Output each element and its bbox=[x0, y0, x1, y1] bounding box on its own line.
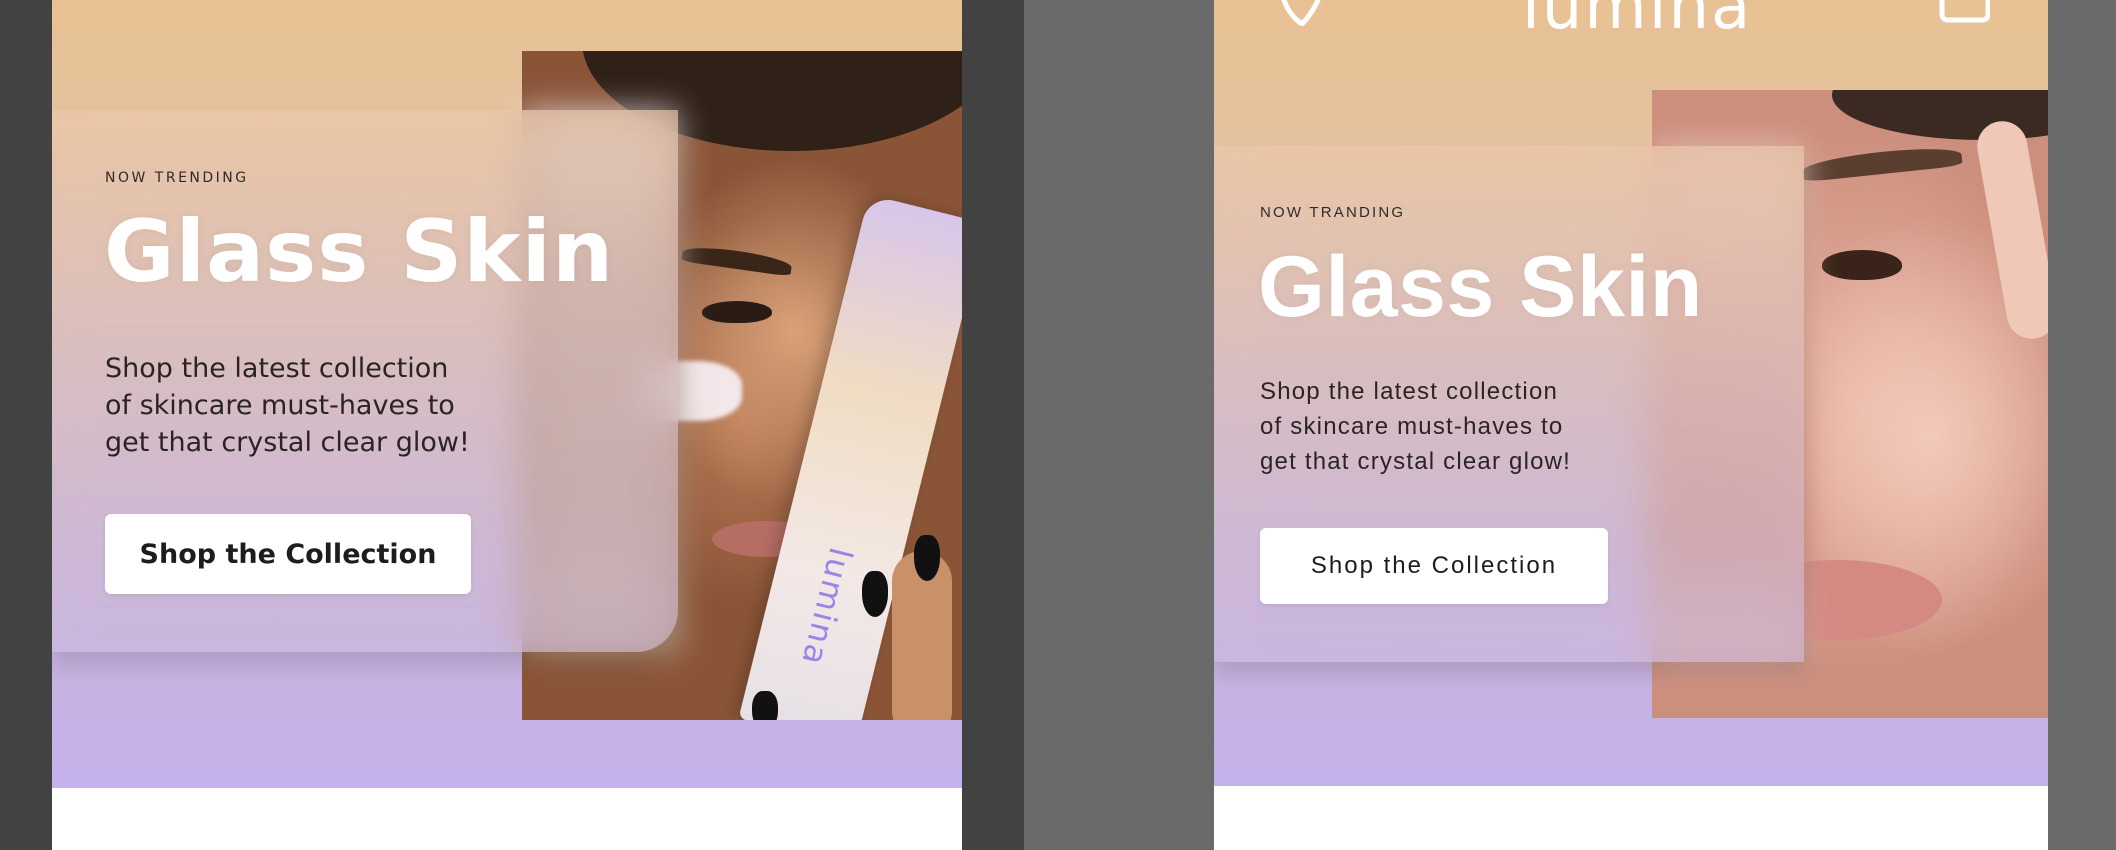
shop-collection-button[interactable]: Shop the Collection bbox=[1260, 528, 1608, 604]
photo-eyebrow bbox=[681, 243, 793, 277]
top-navigation-bar: lumina bbox=[1214, 0, 2048, 44]
chat-bubble-icon[interactable] bbox=[1274, 0, 1334, 26]
photo-eyebrow bbox=[1801, 143, 1963, 183]
shop-collection-button[interactable]: Shop the Collection bbox=[105, 514, 471, 594]
eyebrow-label: NOW TRANDING bbox=[1260, 204, 1406, 221]
photo-eye bbox=[1822, 250, 1902, 280]
artboard-2-hero-banner: lumina NOW TRANDING Glass Skin Shop the … bbox=[1214, 0, 2048, 850]
brand-logo[interactable]: lumina bbox=[1522, 0, 1752, 44]
shopping-bag-icon[interactable] bbox=[1934, 0, 1990, 24]
hero-description: Shop the latest collection of skincare m… bbox=[1260, 378, 1572, 475]
glass-card: NOW TRENDING Glass Skin Shop the latest … bbox=[52, 110, 678, 652]
hero-title: Glass Skin bbox=[1258, 239, 1703, 335]
artboard-1-hero-banner: lumina NOW TRENDING Glass Skin Shop the … bbox=[52, 0, 962, 850]
eyebrow-label: NOW TRENDING bbox=[105, 170, 249, 186]
content-area-below bbox=[52, 788, 962, 850]
photo-nail bbox=[914, 535, 940, 581]
hero-title: Glass Skin bbox=[104, 202, 615, 302]
photo-eye bbox=[702, 301, 772, 323]
photo-nail bbox=[752, 691, 778, 720]
hero-description: Shop the latest collection of skincare m… bbox=[105, 353, 470, 458]
photo-nail bbox=[862, 571, 888, 617]
content-area-below bbox=[1214, 786, 2048, 850]
product-tube-label: lumina bbox=[793, 543, 861, 671]
photo-hand bbox=[1973, 117, 2048, 343]
glass-card: NOW TRANDING Glass Skin Shop the latest … bbox=[1214, 146, 1804, 662]
